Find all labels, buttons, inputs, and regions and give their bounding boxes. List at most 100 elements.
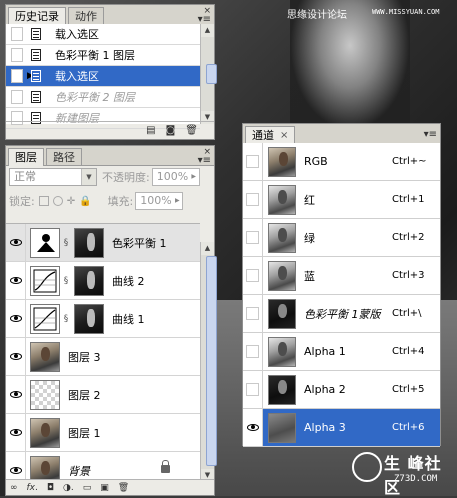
layer-row[interactable]: § 曲线 2 <box>6 262 200 300</box>
chevron-right-icon: ▶ <box>191 173 197 180</box>
panel-menu-icon[interactable]: ▾≡ <box>424 130 437 140</box>
history-item-label: 色彩平衡 1 图层 <box>55 49 135 62</box>
channels-panel: 通道 × ▾≡ RGB Ctrl+~ 红 Ctrl+1 绿 Ctrl+2 蓝 C… <box>242 123 441 447</box>
visibility-eye-icon[interactable] <box>243 409 263 446</box>
lock-transparent-icon[interactable] <box>38 196 49 206</box>
tab-history[interactable]: 历史记录 <box>8 7 66 25</box>
history-item[interactable]: 载入选区 <box>6 24 200 45</box>
channel-name: Alpha 3 <box>304 421 346 434</box>
layer-row[interactable]: § 色彩平衡 1 <box>6 224 200 262</box>
fill-label: 填充: <box>107 195 134 208</box>
group-icon[interactable]: ▭ <box>83 483 92 493</box>
tab-layers[interactable]: 图层 <box>8 148 44 166</box>
lock-image-icon[interactable] <box>52 196 63 206</box>
chevron-right-icon: ▶ <box>174 197 180 204</box>
panel-controls: × ▾≡ <box>198 148 211 166</box>
history-item-selected[interactable]: ▶ 载入选区 <box>6 66 200 87</box>
logo-mark-icon <box>352 452 382 482</box>
visibility-toggle[interactable] <box>243 371 263 408</box>
visibility-eye-icon[interactable] <box>6 338 26 375</box>
snapshot-source-checkbox[interactable] <box>11 48 23 62</box>
opacity-field[interactable]: 100% ▶ <box>151 168 200 186</box>
layer-row[interactable]: 图层 3 <box>6 338 200 376</box>
visibility-toggle[interactable] <box>243 333 263 370</box>
color-balance-adjustment-icon <box>30 227 60 258</box>
fill-field[interactable]: 100% ▶ <box>135 192 184 210</box>
tab-paths[interactable]: 路径 <box>46 148 82 165</box>
layer-name: 图层 2 <box>68 388 101 402</box>
adjustment-icon[interactable]: ◑. <box>63 483 74 493</box>
layer-mask-thumbnail[interactable] <box>74 303 104 334</box>
channel-name: 色彩平衡 1蒙版 <box>304 307 381 321</box>
tab-channels-label: 通道 <box>252 129 274 142</box>
blend-row: 正常 ▼ 不透明度: 100% ▶ <box>9 168 200 186</box>
chain-link-icon[interactable]: § <box>62 314 70 324</box>
visibility-eye-icon[interactable] <box>6 262 26 299</box>
channel-shortcut: Ctrl+4 <box>392 346 425 357</box>
layers-scrollbar[interactable]: ▲ ▼ <box>200 242 217 482</box>
channel-row[interactable]: 红 Ctrl+1 <box>243 181 440 219</box>
scroll-thumb[interactable] <box>206 64 217 84</box>
tab-channels[interactable]: 通道 × <box>245 126 296 144</box>
snapshot-source-checkbox[interactable] <box>11 90 23 104</box>
visibility-toggle[interactable] <box>243 181 263 218</box>
link-icon[interactable]: ∞ <box>10 483 18 493</box>
history-scrollbar[interactable]: ▲ ▼ <box>200 24 217 124</box>
new-layer-icon[interactable]: ▣ <box>100 483 109 493</box>
channel-thumbnail <box>268 222 296 253</box>
chain-link-icon[interactable]: § <box>62 238 70 248</box>
new-document-from-state-icon[interactable]: ▤ <box>146 125 155 136</box>
channel-row[interactable]: Alpha 2 Ctrl+5 <box>243 371 440 409</box>
lock-all-icon[interactable]: 🔒 <box>79 196 91 207</box>
channel-row[interactable]: Alpha 1 Ctrl+4 <box>243 333 440 371</box>
layer-row[interactable]: § 曲线 1 <box>6 300 200 338</box>
visibility-toggle[interactable] <box>243 143 263 180</box>
scroll-thumb[interactable] <box>206 256 217 466</box>
channel-name: RGB <box>304 155 328 168</box>
channel-shortcut: Ctrl+5 <box>392 384 425 395</box>
trash-icon[interactable]: 🗑 <box>118 483 129 493</box>
mask-icon[interactable]: ◘ <box>47 483 54 493</box>
channel-shortcut: Ctrl+2 <box>392 232 425 243</box>
channel-row[interactable]: 绿 Ctrl+2 <box>243 219 440 257</box>
channel-row[interactable]: RGB Ctrl+~ <box>243 143 440 181</box>
visibility-eye-icon[interactable] <box>6 414 26 451</box>
channel-shortcut: Ctrl+6 <box>392 422 425 433</box>
visibility-eye-icon[interactable] <box>6 452 26 482</box>
layer-row[interactable]: 背景 <box>6 452 200 482</box>
snapshot-source-checkbox[interactable] <box>11 27 23 41</box>
lock-position-icon[interactable]: ✛ <box>67 196 75 207</box>
layer-row[interactable]: 图层 2 <box>6 376 200 414</box>
history-item[interactable]: 色彩平衡 1 图层 <box>6 45 200 66</box>
visibility-toggle[interactable] <box>243 257 263 294</box>
layer-row[interactable]: 图层 1 <box>6 414 200 452</box>
visibility-toggle[interactable] <box>243 219 263 256</box>
channel-thumbnail <box>268 298 296 329</box>
history-item-label: 载入选区 <box>55 28 99 41</box>
visibility-eye-icon[interactable] <box>6 376 26 413</box>
tab-actions[interactable]: 动作 <box>68 7 104 24</box>
history-step-icon <box>31 48 45 62</box>
visibility-toggle[interactable] <box>243 295 263 332</box>
visibility-eye-icon[interactable] <box>6 224 26 261</box>
opacity-label: 不透明度: <box>102 171 150 184</box>
layer-thumbnail <box>30 379 60 410</box>
new-snapshot-icon[interactable]: ◙ <box>166 125 176 136</box>
channels-list: RGB Ctrl+~ 红 Ctrl+1 绿 Ctrl+2 蓝 Ctrl+3 色彩… <box>243 143 440 447</box>
history-item[interactable]: 色彩平衡 2 图层 <box>6 87 200 108</box>
layer-mask-thumbnail[interactable] <box>74 227 104 258</box>
snapshot-source-checkbox[interactable] <box>11 69 23 83</box>
tab-close-icon[interactable]: × <box>280 127 288 144</box>
scroll-up-icon[interactable]: ▲ <box>201 24 214 37</box>
layer-mask-thumbnail[interactable] <box>74 265 104 296</box>
delete-state-icon[interactable]: 🗑 <box>185 125 198 136</box>
visibility-eye-icon[interactable] <box>6 300 26 337</box>
channel-row-selected[interactable]: Alpha 3 Ctrl+6 <box>243 409 440 447</box>
channel-row[interactable]: 色彩平衡 1蒙版 Ctrl+\ <box>243 295 440 333</box>
fx-icon[interactable]: fx. <box>27 483 38 493</box>
channel-row[interactable]: 蓝 Ctrl+3 <box>243 257 440 295</box>
blend-mode-select[interactable]: 正常 ▼ <box>9 168 97 186</box>
chain-link-icon[interactable]: § <box>62 276 70 286</box>
scroll-up-icon[interactable]: ▲ <box>201 242 214 255</box>
layer-name: 图层 1 <box>68 426 101 440</box>
